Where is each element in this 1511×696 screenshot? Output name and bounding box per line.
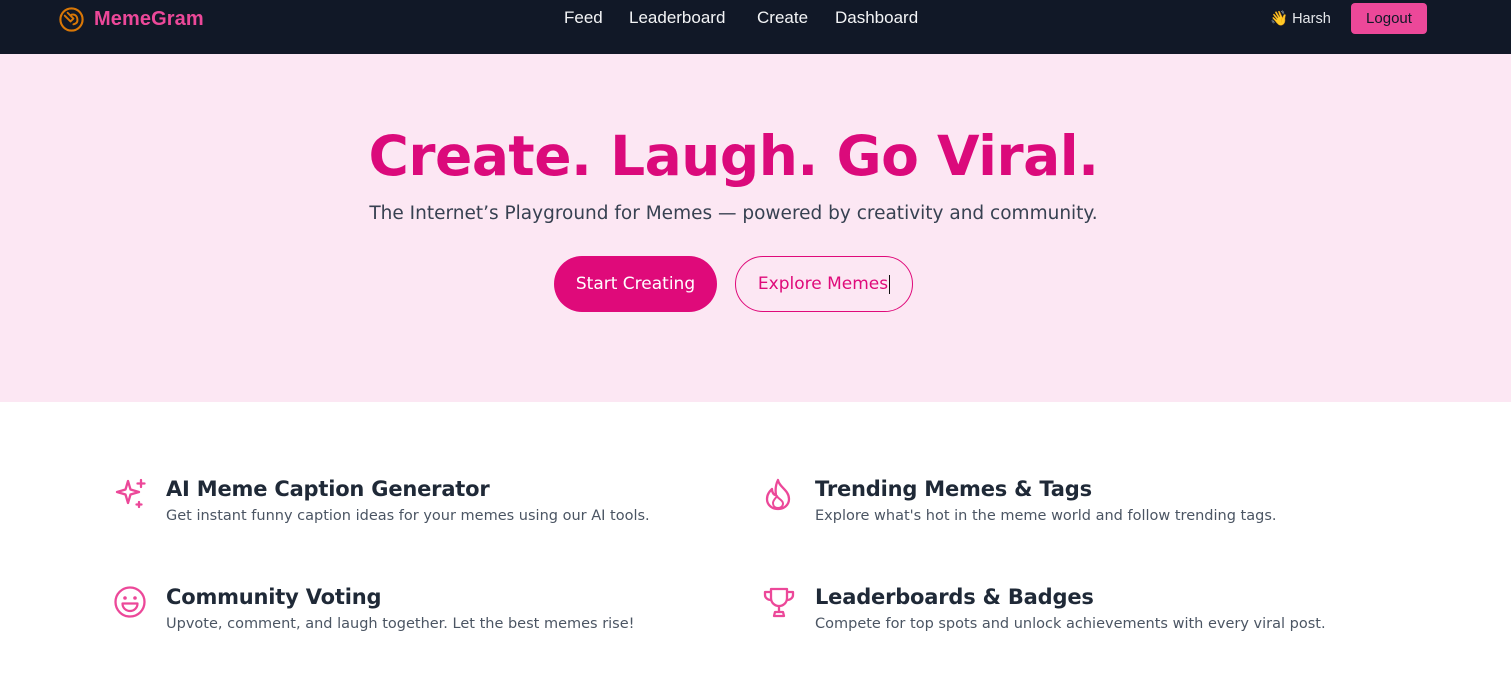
start-creating-button[interactable]: Start Creating [554,256,717,312]
feature-card: Trending Memes & Tags Explore what's hot… [762,477,1362,537]
top-navbar: MemeGram Feed Leaderboard Create Dashboa… [0,0,1511,54]
feature-card: AI Meme Caption Generator Get instant fu… [113,477,713,537]
feature-description: Upvote, comment, and laugh together. Let… [166,616,635,632]
nav-link-dashboard[interactable]: Dashboard [835,8,918,28]
explore-memes-button[interactable]: Explore Memes [735,256,913,312]
feature-card: Community Voting Upvote, comment, and la… [113,585,713,645]
smiley-icon [114,586,146,618]
nav-link-leaderboard[interactable]: Leaderboard [629,8,725,28]
hero-subtitle: The Internet’s Playground for Memes — po… [369,203,1098,224]
feature-description: Explore what's hot in the meme world and… [815,508,1277,524]
trophy-icon [763,587,795,618]
feature-title: AI Meme Caption Generator [166,477,490,501]
feature-title: Trending Memes & Tags [815,477,1092,501]
text-cursor [889,274,891,294]
feature-card: Leaderboards & Badges Compete for top sp… [762,585,1362,645]
user-greeting: 👋 Harsh [1270,11,1331,27]
fire-icon [765,478,791,511]
feature-description: Get instant funny caption ideas for your… [166,508,650,524]
feature-title: Community Voting [166,585,382,609]
nav-link-feed[interactable]: Feed [564,8,603,28]
logout-button[interactable]: Logout [1351,3,1427,34]
feature-title: Leaderboards & Badges [815,585,1094,609]
explore-memes-label: Explore Memes [757,274,889,294]
hero-section: Create. Laugh. Go Viral. The Internet’s … [0,54,1511,402]
feature-description: Compete for top spots and unlock achieve… [815,616,1326,632]
nav-link-create[interactable]: Create [757,8,808,28]
hero-title: Create. Laugh. Go Viral. [368,124,1099,188]
sparkles-icon [115,478,146,509]
